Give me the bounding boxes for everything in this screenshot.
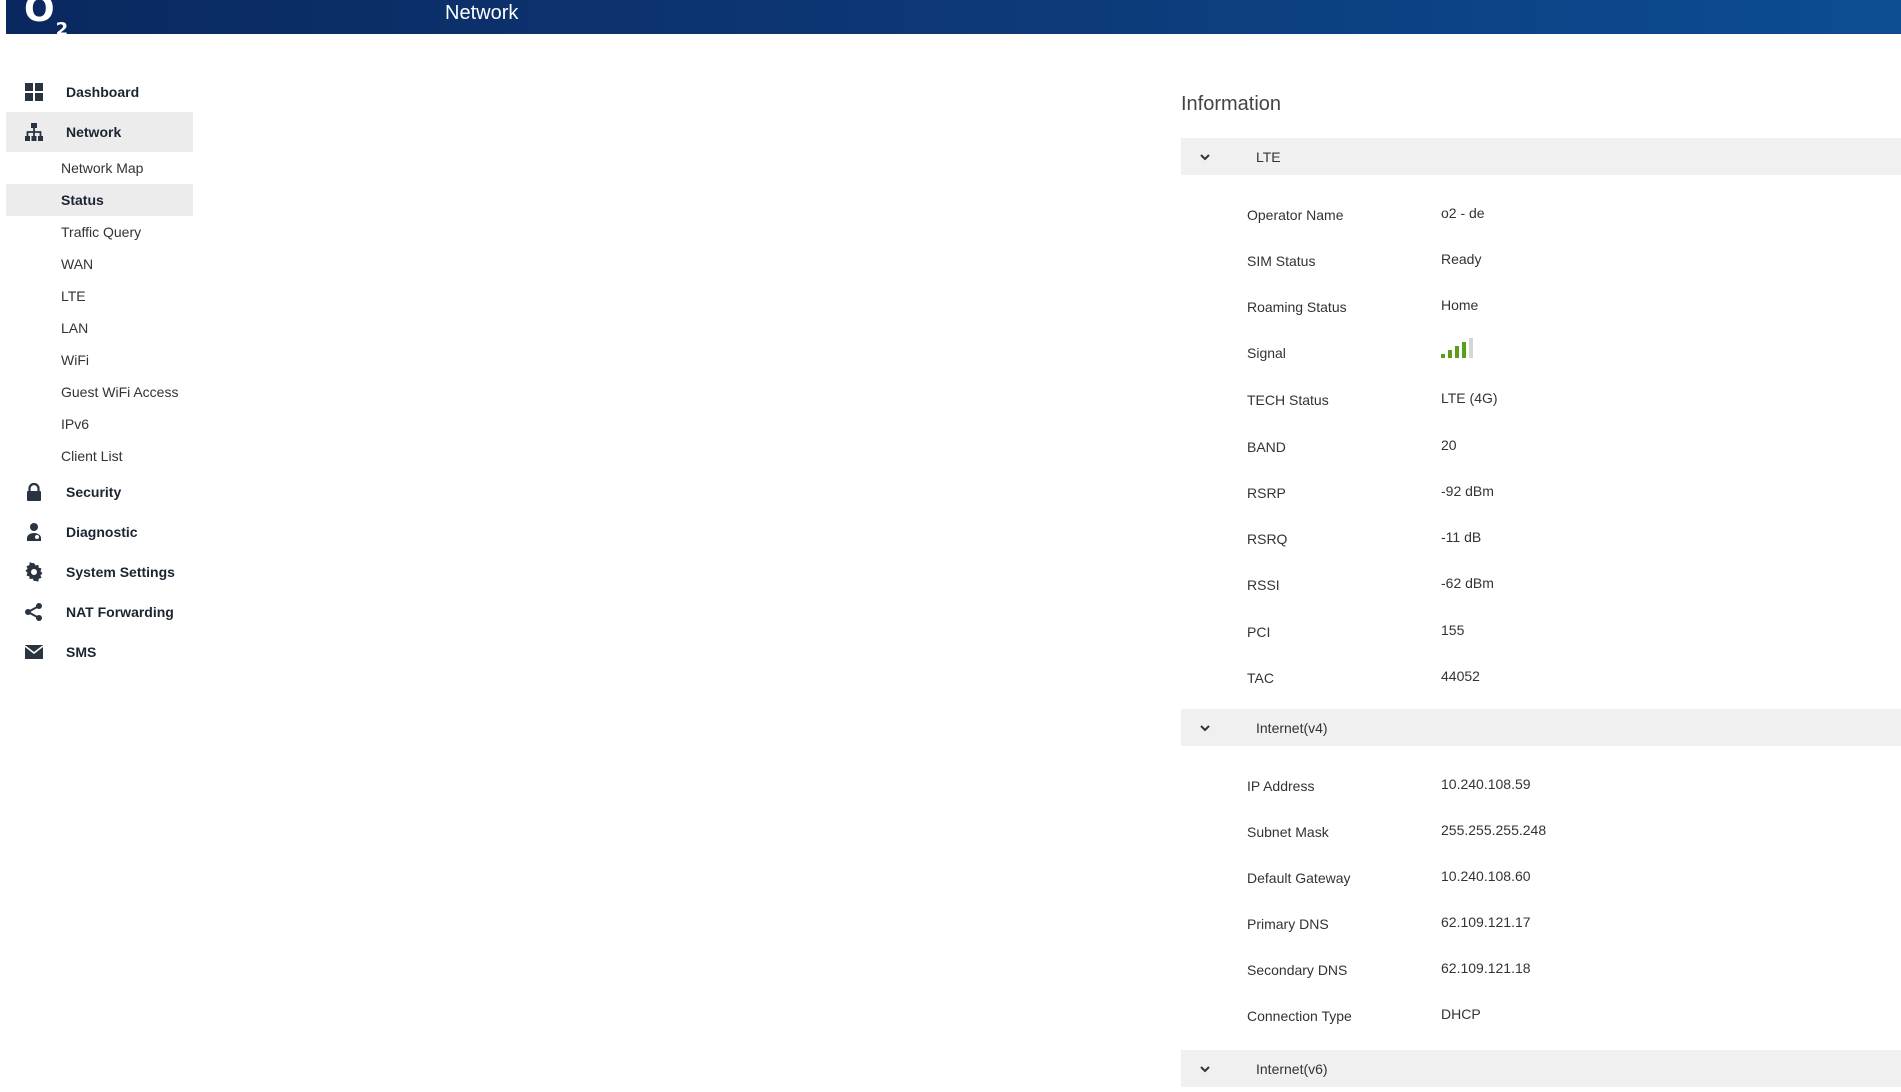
info-label: SIM Status: [1247, 253, 1316, 269]
top-header: O2 Network: [6, 0, 1901, 40]
info-value: 20: [1441, 437, 1457, 453]
info-value: 10.240.108.60: [1441, 868, 1531, 884]
signal-bar: [1448, 350, 1452, 358]
sidebar-item-label: Network: [66, 124, 122, 140]
sidebar-subitem-wifi[interactable]: WiFi: [6, 344, 193, 376]
info-value: -11 dB: [1441, 529, 1482, 545]
info-value: Home: [1441, 297, 1479, 313]
gear-icon: [24, 562, 44, 582]
info-label: Secondary DNS: [1247, 962, 1348, 978]
info-label: Primary DNS: [1247, 916, 1329, 932]
info-label: TECH Status: [1247, 392, 1329, 408]
info-value: 155: [1441, 622, 1465, 638]
section-label: Internet(v6): [1256, 1060, 1328, 1077]
chevron-down-icon: [1200, 724, 1210, 731]
signal-bar: [1441, 354, 1445, 358]
sidebar-subitem-wan[interactable]: WAN: [6, 248, 193, 280]
sidebar-item-dashboard[interactable]: Dashboard: [6, 72, 193, 112]
sidebar-subitem-lte[interactable]: LTE: [6, 280, 193, 312]
info-value: 62.109.121.17: [1441, 914, 1531, 930]
info-value: Ready: [1441, 251, 1482, 267]
sidebar-item-label: System Settings: [66, 564, 175, 580]
info-value: -92 dBm: [1441, 483, 1494, 499]
info-label: Roaming Status: [1247, 299, 1347, 315]
sidebar-subitem-traffic-query[interactable]: Traffic Query: [6, 216, 193, 248]
info-label: Operator Name: [1247, 207, 1344, 223]
info-value: 44052: [1441, 668, 1480, 684]
signal-bar: [1462, 342, 1466, 358]
sidebar: Dashboard Network Network Map Status Tra…: [6, 72, 193, 672]
info-value: DHCP: [1441, 1006, 1481, 1022]
sidebar-item-system-settings[interactable]: System Settings: [6, 552, 193, 592]
signal-bar: [1455, 346, 1459, 358]
sidebar-item-label: Dashboard: [66, 84, 140, 100]
info-label: Default Gateway: [1247, 870, 1351, 886]
sidebar-subitem-status[interactable]: Status: [6, 184, 193, 216]
lock-icon: [24, 482, 44, 502]
sidebar-item-label: Security: [66, 484, 122, 500]
section-header-internet-v4[interactable]: Internet(v4): [1181, 709, 1901, 746]
info-label: PCI: [1247, 624, 1271, 640]
section-label: LTE: [1256, 148, 1281, 165]
sidebar-item-network[interactable]: Network: [6, 112, 193, 152]
info-label: Subnet Mask: [1247, 824, 1329, 840]
sidebar-subitem-lan[interactable]: LAN: [6, 312, 193, 344]
signal-bar: [1469, 338, 1473, 358]
section-header-lte[interactable]: LTE: [1181, 138, 1901, 175]
info-label: RSSI: [1247, 577, 1280, 593]
info-value: 62.109.121.18: [1441, 960, 1531, 976]
network-submenu: Network Map Status Traffic Query WAN LTE…: [6, 152, 193, 472]
information-title: Information: [1181, 93, 1282, 115]
section-label: Internet(v4): [1256, 719, 1328, 736]
sidebar-subitem-client-list[interactable]: Client List: [6, 440, 193, 472]
signal-strength-indicator: [1441, 336, 1473, 358]
o2-logo[interactable]: O2: [24, 0, 68, 46]
info-value: 255.255.255.248: [1441, 822, 1547, 838]
dashboard-icon: [24, 82, 44, 102]
info-value: -62 dBm: [1441, 575, 1494, 591]
info-label: BAND: [1247, 439, 1286, 455]
chevron-down-icon: [1200, 1065, 1210, 1072]
info-label: Signal: [1247, 345, 1286, 361]
info-label: RSRQ: [1247, 531, 1288, 547]
sidebar-item-label: SMS: [66, 644, 97, 660]
section-header-internet-v6[interactable]: Internet(v6): [1181, 1050, 1901, 1087]
share-icon: [24, 602, 44, 622]
info-value: 10.240.108.59: [1441, 776, 1531, 792]
info-label: TAC: [1247, 670, 1274, 686]
info-value: LTE (4G): [1441, 390, 1498, 406]
sidebar-subitem-guest-wifi-access[interactable]: Guest WiFi Access: [6, 376, 193, 408]
chevron-down-icon: [1200, 153, 1210, 160]
sidebar-item-nat-forwarding[interactable]: NAT Forwarding: [6, 592, 193, 632]
sidebar-item-diagnostic[interactable]: Diagnostic: [6, 512, 193, 552]
sidebar-item-sms[interactable]: SMS: [6, 632, 193, 672]
sidebar-item-security[interactable]: Security: [6, 472, 193, 512]
envelope-icon: [24, 642, 44, 662]
info-label: IP Address: [1247, 778, 1315, 794]
sidebar-item-label: NAT Forwarding: [66, 604, 174, 620]
sidebar-subitem-network-map[interactable]: Network Map: [6, 152, 193, 184]
info-value: o2 - de: [1441, 205, 1485, 221]
info-label: RSRP: [1247, 485, 1286, 501]
network-icon: [24, 122, 44, 142]
page-title: Network: [445, 2, 519, 24]
info-label: Connection Type: [1247, 1008, 1352, 1024]
sidebar-item-label: Diagnostic: [66, 524, 138, 540]
diagnostic-icon: [24, 522, 44, 542]
sidebar-subitem-ipv6[interactable]: IPv6: [6, 408, 193, 440]
